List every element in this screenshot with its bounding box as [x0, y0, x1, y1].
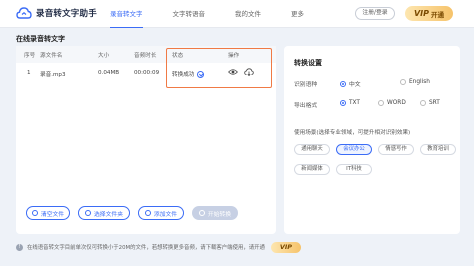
main-nav: 录音转文字 文字转语音 我的文件 更多 — [110, 0, 334, 28]
scene-tip: 使用场景(选择专业领域，可提升相对识别效果) — [294, 130, 411, 136]
login-button[interactable]: 注册/登录 — [355, 7, 395, 20]
settings-title: 转换设置 — [294, 59, 322, 67]
row-duration: 00:00:09 — [134, 70, 160, 76]
column-duration: 音频时长 — [134, 53, 157, 59]
export-format-label: 导出格式 — [294, 103, 318, 109]
scene-tag-it-tech[interactable]: IT科技 — [336, 164, 372, 175]
radio-icon — [378, 100, 384, 106]
column-filename: 源文件名 — [40, 53, 63, 59]
row-size: 0.04MB — [98, 70, 120, 76]
row-index: 1 — [27, 70, 31, 76]
bottom-tip-text: 在线语音转文字目前单次仅可转换小于20M的文件，若想转换更多音频，请下载客户端使… — [27, 245, 265, 251]
panel-title: 在线录音转文字 — [16, 35, 65, 43]
trash-icon — [31, 210, 38, 216]
export-option-label: TXT — [349, 100, 360, 106]
add-folder-label: 选择文件夹 — [94, 211, 123, 218]
nav-more[interactable]: 更多 — [291, 0, 304, 28]
clear-files-label: 清空文件 — [40, 211, 65, 218]
nav-text-to-speech[interactable]: 文字转语音 — [173, 0, 206, 28]
plus-icon — [144, 210, 151, 216]
status-actions-highlight — [166, 48, 272, 88]
export-option-word[interactable]: WORD — [378, 100, 406, 106]
scene-tag-general-chat[interactable]: 通用聊天 — [294, 144, 330, 155]
top-bar: 录音转文字助手 录音转文字 文字转语音 我的文件 更多 注册/登录 VIP 开通 — [0, 0, 474, 28]
column-index: 序号 — [24, 53, 36, 59]
column-size: 大小 — [98, 53, 110, 59]
language-option-label: English — [409, 79, 430, 85]
scene-tag-news-media[interactable]: 新闻媒体 — [294, 164, 330, 175]
add-file-label: 添加文件 — [153, 211, 178, 218]
vip-open-label: 开通 — [431, 10, 445, 19]
scene-tag-emotional-writing[interactable]: 情感写作 — [378, 144, 414, 155]
language-option-chinese[interactable]: 中文 — [340, 79, 361, 88]
start-convert-button[interactable]: 开始转换 — [192, 206, 238, 220]
scene-tag-education-training[interactable]: 教育培训 — [420, 144, 456, 155]
start-convert-label: 开始转换 — [207, 211, 232, 218]
export-option-label: SRT — [429, 100, 440, 106]
app-logo[interactable]: 录音转文字助手 — [16, 6, 97, 20]
plus-icon — [85, 210, 91, 216]
clear-files-button[interactable]: 清空文件 — [26, 206, 70, 220]
vip-open-button[interactable]: VIP 开通 — [405, 6, 453, 21]
add-file-button[interactable]: 添加文件 — [138, 206, 184, 220]
vip-small-button[interactable]: VIP — [270, 241, 301, 253]
export-option-txt[interactable]: TXT — [340, 100, 360, 106]
export-option-label: WORD — [387, 100, 406, 106]
bottom-tip-bar: ! 在线语音转文字目前单次仅可转换小于20M的文件，若想转换更多音频，请下载客户… — [16, 238, 460, 256]
add-folder-button[interactable]: 选择文件夹 — [78, 206, 130, 220]
nav-audio-to-text[interactable]: 录音转文字 — [110, 0, 143, 28]
language-option-english[interactable]: English — [400, 79, 430, 85]
app-title: 录音转文字助手 — [36, 9, 97, 19]
cloud-logo-icon — [16, 7, 32, 19]
language-label: 识别语种 — [294, 82, 318, 88]
row-filename: 录音.mp3 — [40, 72, 66, 78]
radio-icon — [400, 79, 406, 85]
radio-icon — [340, 80, 346, 87]
radio-icon — [340, 100, 346, 106]
radio-icon — [420, 100, 426, 106]
nav-my-files[interactable]: 我的文件 — [235, 0, 261, 28]
action-button-row: 清空文件 选择文件夹 添加文件 开始转换 — [26, 206, 246, 220]
file-list-panel: 序号 源文件名 大小 音频时长 状态 操作 1 录音.mp3 0.04MB 00… — [16, 46, 276, 234]
settings-panel: 转换设置 识别语种 中文 English 导出格式 TXT WORD SRT 使… — [284, 46, 460, 234]
scene-tag-meeting-office[interactable]: 会议办公 — [336, 144, 372, 155]
vip-badge: VIP — [413, 9, 430, 18]
play-icon — [198, 210, 205, 216]
info-icon: ! — [16, 243, 23, 251]
language-option-label: 中文 — [349, 82, 361, 88]
export-option-srt[interactable]: SRT — [420, 100, 440, 106]
